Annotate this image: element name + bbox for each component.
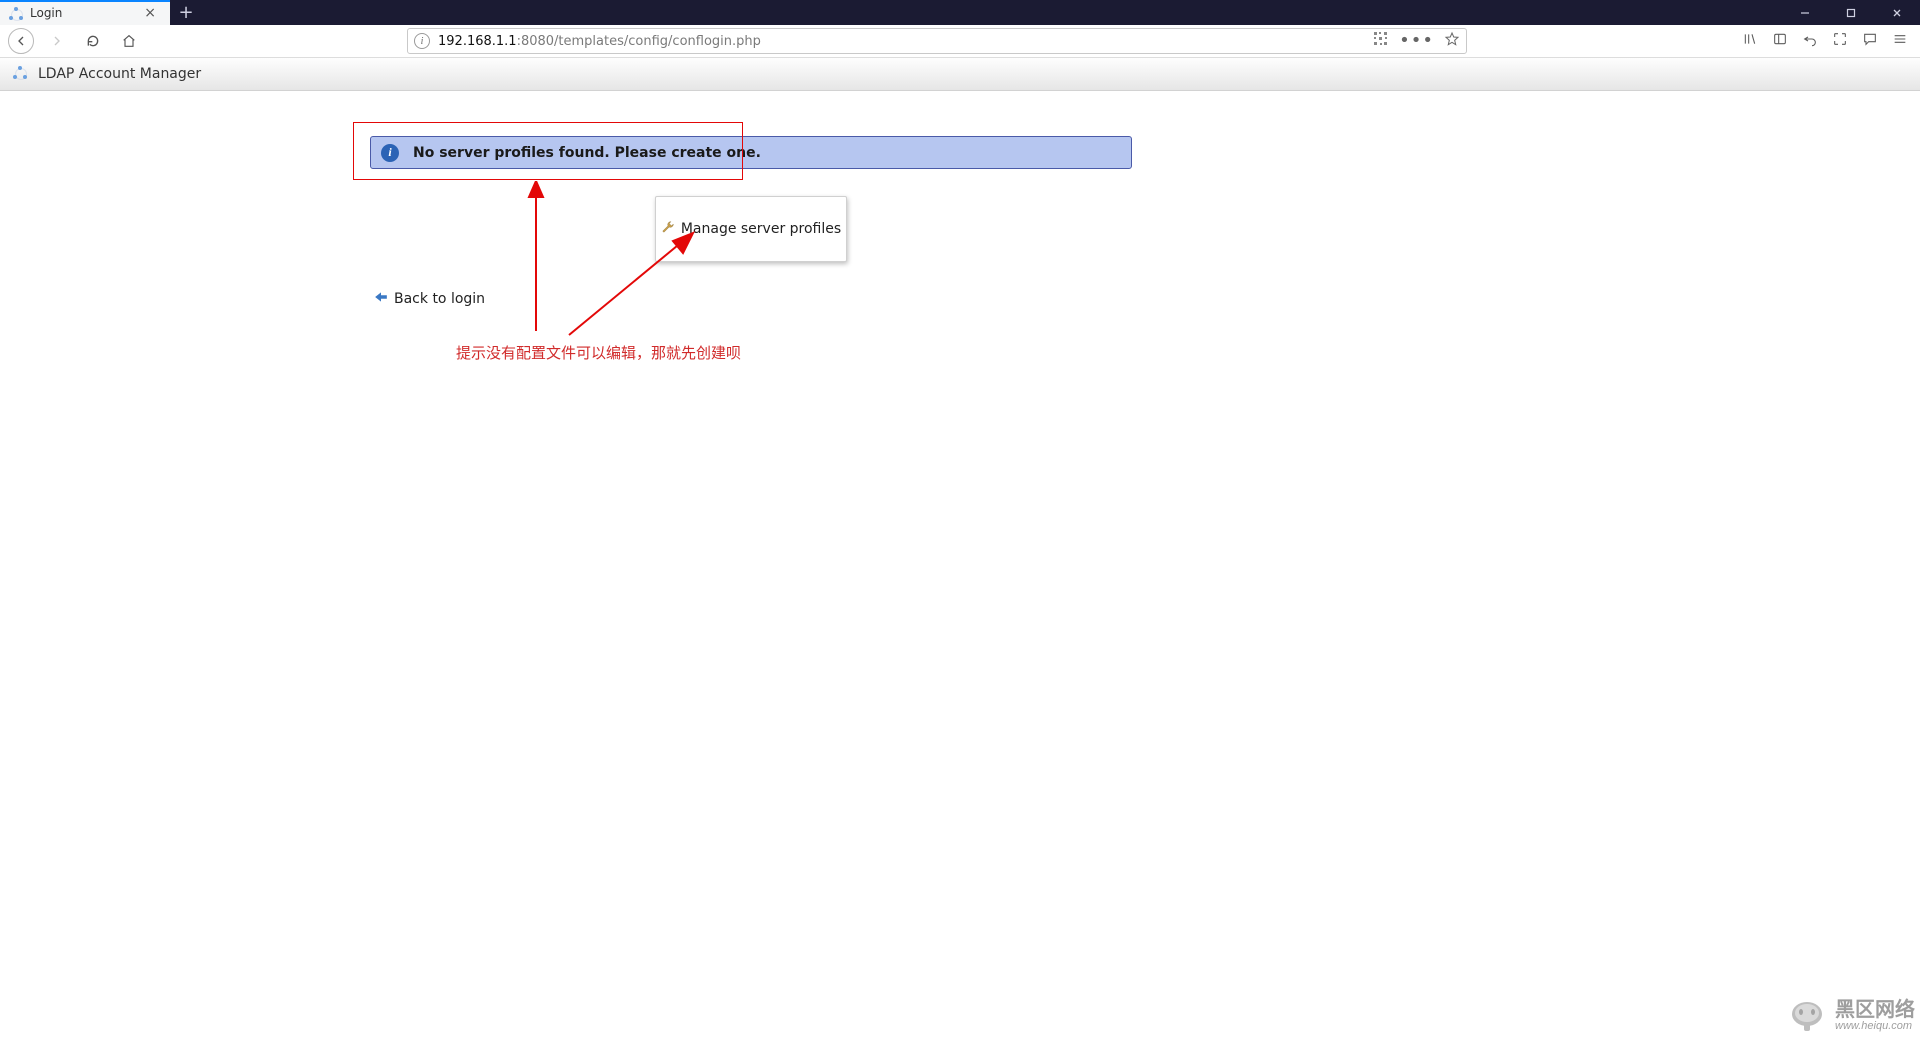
back-arrow-icon <box>374 291 388 307</box>
window-minimize-button[interactable] <box>1782 0 1828 25</box>
app-title: LDAP Account Manager <box>38 66 201 82</box>
browser-tab[interactable]: Login × <box>0 0 170 25</box>
watermark-logo-icon <box>1787 1000 1827 1032</box>
nav-back-button[interactable] <box>8 28 34 54</box>
nav-forward-button[interactable] <box>44 28 70 54</box>
qr-icon[interactable] <box>1373 31 1389 51</box>
app-logo-icon <box>12 65 30 83</box>
url-text: 192.168.1.1:8080/templates/config/conflo… <box>438 34 761 49</box>
back-to-login-link[interactable]: Back to login <box>374 291 485 307</box>
tab-favicon <box>8 6 22 20</box>
undo-icon[interactable] <box>1802 31 1818 51</box>
browser-tab-strip: Login × + <box>0 0 1920 25</box>
annotation-text: 提示没有配置文件可以编辑，那就先创建呗 <box>456 342 741 363</box>
browser-nav-bar: i 192.168.1.1:8080/templates/config/conf… <box>0 25 1920 58</box>
tab-close-button[interactable]: × <box>140 5 160 21</box>
tab-title: Login <box>30 6 132 20</box>
window-maximize-button[interactable] <box>1828 0 1874 25</box>
manage-profiles-label: Manage server profiles <box>681 221 841 237</box>
annotation-arrow-to-manage <box>565 231 695 339</box>
screenshot-icon[interactable] <box>1832 31 1848 51</box>
back-to-login-label: Back to login <box>394 291 485 307</box>
notice-text: No server profiles found. Please create … <box>413 145 761 161</box>
nav-reload-button[interactable] <box>80 28 106 54</box>
new-tab-button[interactable]: + <box>170 0 202 25</box>
page-content: i No server profiles found. Please creat… <box>0 91 1920 136</box>
bookmark-star-icon[interactable] <box>1444 31 1460 51</box>
watermark-url: www.heiqu.com <box>1835 1020 1915 1032</box>
page-viewport: LDAP Account Manager i No server profile… <box>0 58 1920 1037</box>
sidebar-icon[interactable] <box>1772 31 1788 51</box>
app-header: LDAP Account Manager <box>0 58 1920 91</box>
annotation-arrow-to-notice <box>524 181 548 331</box>
active-tab-indicator <box>0 0 170 2</box>
watermark: 黑区网络 www.heiqu.com <box>1787 1000 1915 1032</box>
window-close-button[interactable] <box>1874 0 1920 25</box>
window-controls <box>1782 0 1920 25</box>
nav-home-button[interactable] <box>116 28 142 54</box>
hamburger-menu-icon[interactable] <box>1892 31 1908 51</box>
info-icon: i <box>381 144 399 162</box>
page-actions-icon[interactable]: ••• <box>1399 32 1434 50</box>
watermark-name: 黑区网络 <box>1835 1000 1915 1020</box>
address-bar[interactable]: i 192.168.1.1:8080/templates/config/conf… <box>407 28 1467 54</box>
browser-toolbar-right <box>1742 31 1912 51</box>
chat-icon[interactable] <box>1862 31 1878 51</box>
library-icon[interactable] <box>1742 31 1758 51</box>
site-info-icon[interactable]: i <box>414 33 430 49</box>
notice-message: i No server profiles found. Please creat… <box>370 136 1132 169</box>
